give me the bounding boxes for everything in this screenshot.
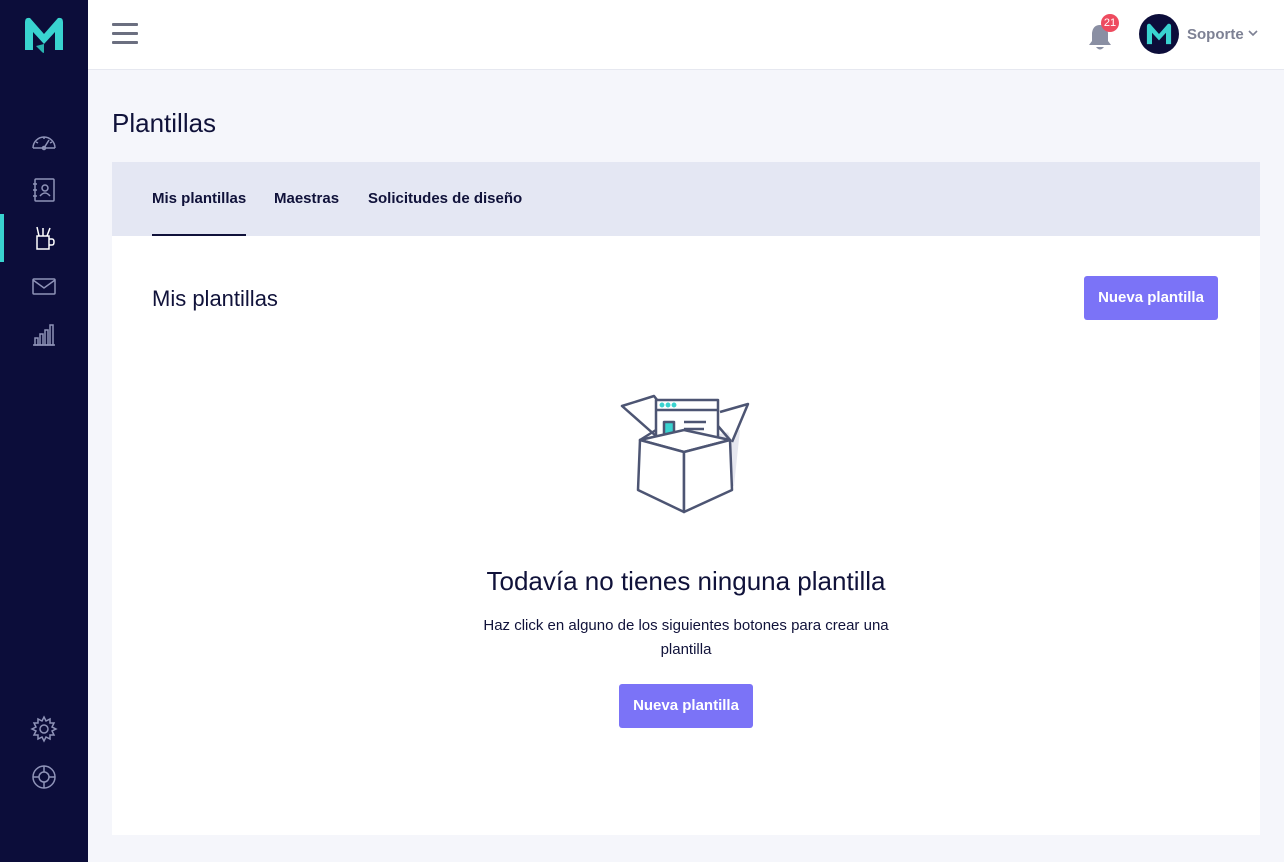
bar-chart-icon <box>33 324 55 346</box>
sidebar-item-campaigns[interactable] <box>0 262 88 310</box>
section-title: Mis plantillas <box>152 286 278 311</box>
contacts-book-icon <box>33 178 55 202</box>
sidebar <box>0 0 88 862</box>
user-name[interactable]: Soporte <box>1187 26 1244 43</box>
templates-icon <box>36 226 55 250</box>
lifebuoy-icon <box>32 765 56 789</box>
tab-mis-plantillas[interactable]: Mis plantillas <box>152 190 247 236</box>
menu-toggle-icon[interactable] <box>112 23 138 47</box>
empty-state-title: Todavía no tienes ninguna plantilla <box>486 566 886 596</box>
tab-maestras[interactable]: Maestras <box>274 190 339 207</box>
sidebar-item-help[interactable] <box>0 753 88 801</box>
new-template-button[interactable]: Nueva plantilla <box>1084 276 1218 320</box>
empty-state-new-template-button[interactable]: Nueva plantilla <box>619 684 753 728</box>
sidebar-item-templates[interactable] <box>0 214 88 262</box>
speedometer-icon <box>32 136 56 151</box>
tabs-bar: Mis plantillas Maestras Solicitudes de d… <box>112 162 1260 236</box>
top-bar: 21 Soporte <box>88 0 1284 70</box>
notifications-badge: 21 <box>1101 14 1119 32</box>
empty-box-icon <box>620 394 750 514</box>
avatar[interactable] <box>1139 14 1179 54</box>
gear-icon <box>30 715 58 743</box>
chevron-down-icon[interactable] <box>1248 29 1258 37</box>
page-title: Plantillas <box>112 108 217 138</box>
empty-state-description: Haz click en alguno de los siguientes bo… <box>483 617 889 658</box>
sidebar-item-contacts[interactable] <box>0 166 88 214</box>
sidebar-item-dashboard[interactable] <box>0 118 88 166</box>
tab-solicitudes-diseno[interactable]: Solicitudes de diseño <box>368 190 522 207</box>
envelope-icon <box>32 278 56 295</box>
templates-card: Mis plantillas Nueva plantilla Todavía n… <box>112 236 1260 835</box>
brand-logo[interactable] <box>22 14 66 54</box>
sidebar-item-reports[interactable] <box>0 310 88 358</box>
sidebar-item-settings[interactable] <box>0 705 88 753</box>
